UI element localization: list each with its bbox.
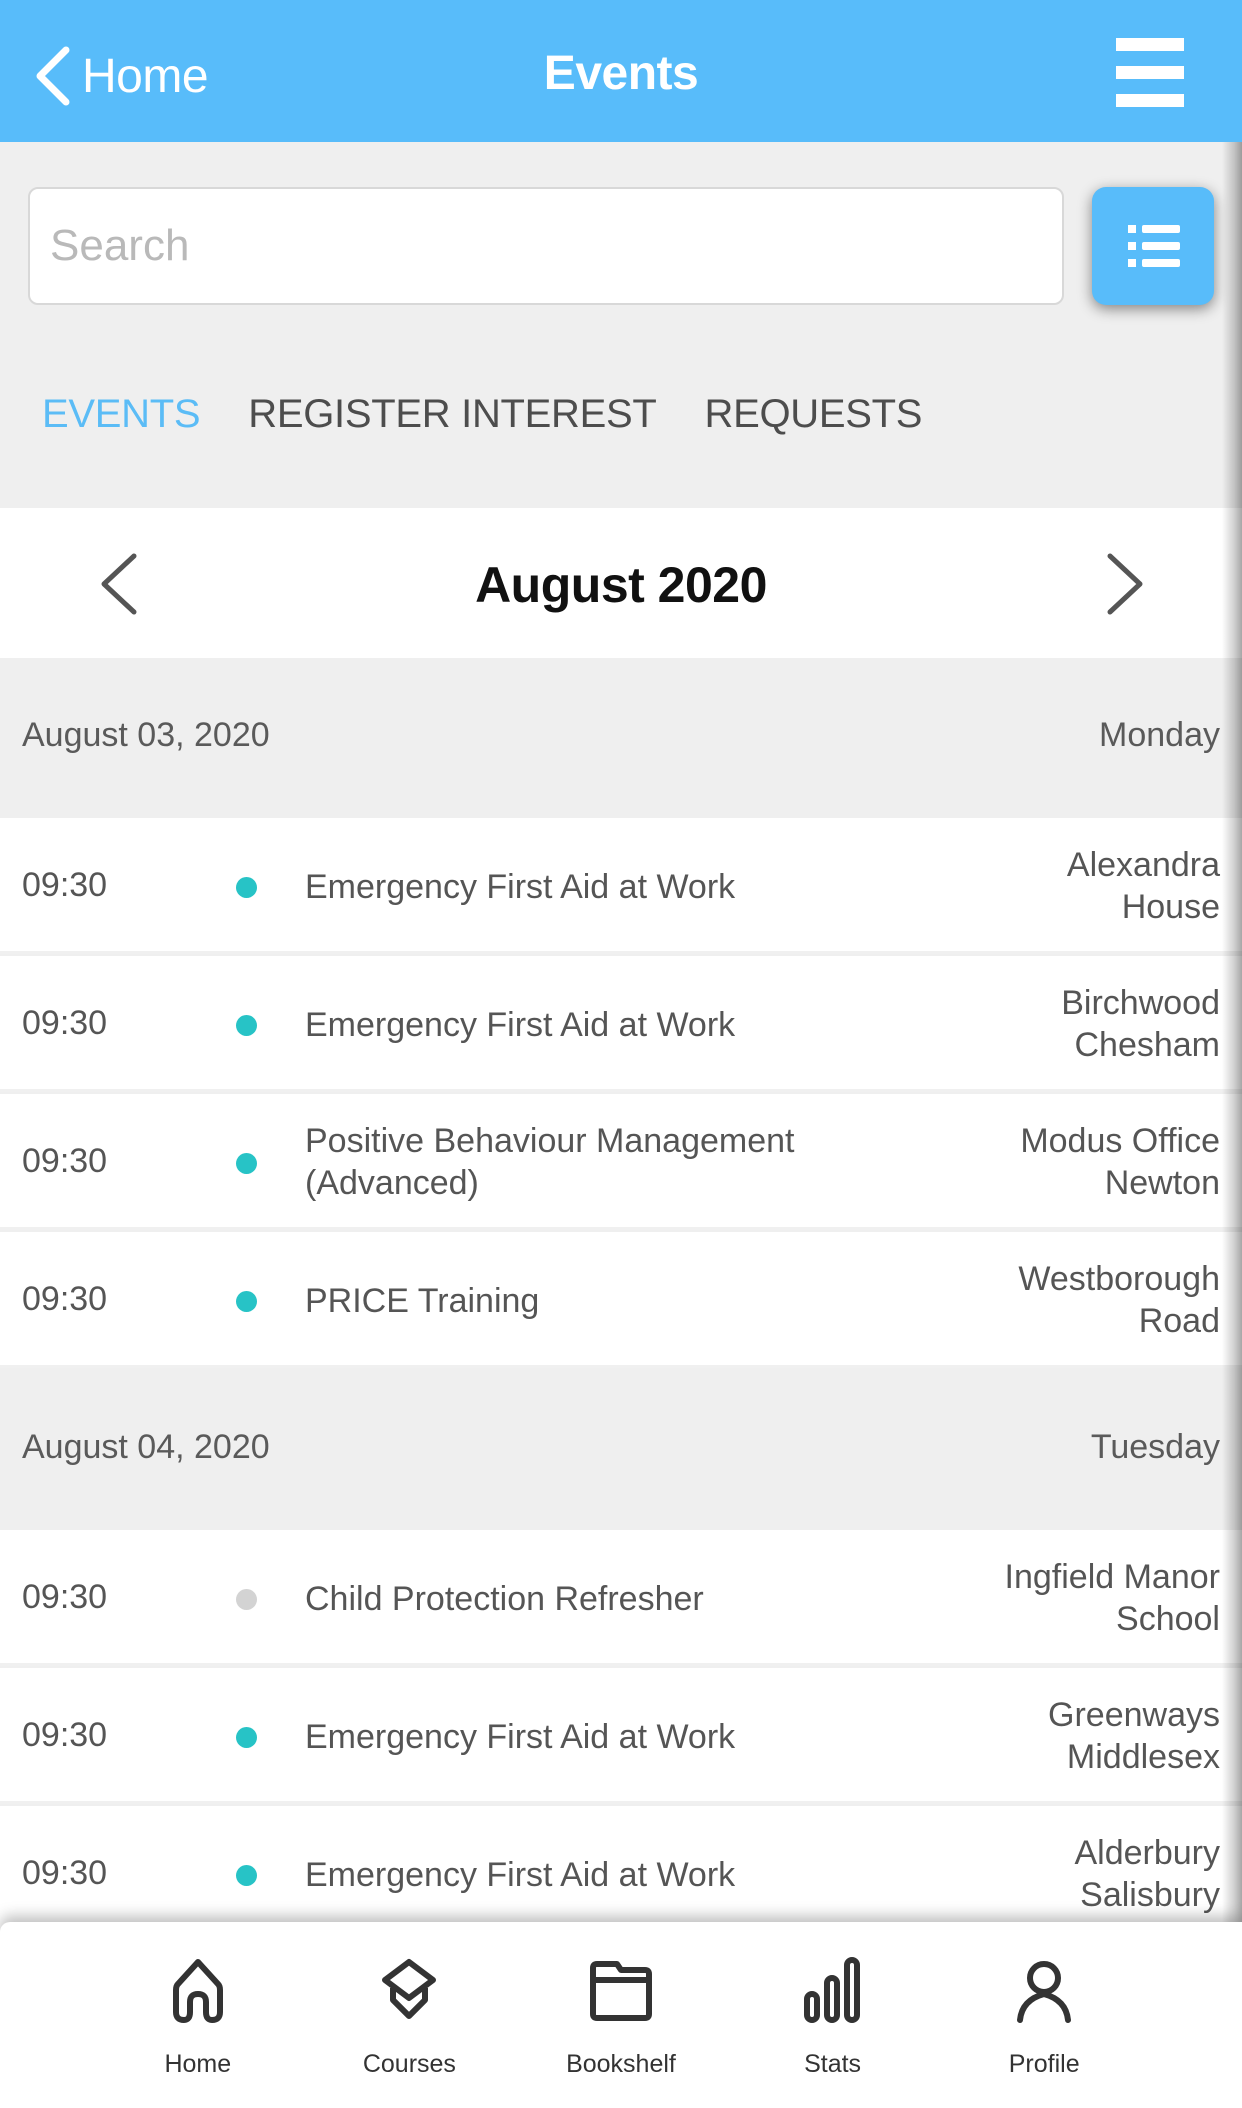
user-icon: [1017, 1961, 1072, 2023]
top-app-bar: Home Events: [0, 0, 1242, 142]
event-location: Ingfield Manor School: [900, 1556, 1220, 1640]
day-header: August 03, 2020 Monday: [0, 658, 1242, 818]
nav-stats-label: Stats: [804, 2050, 862, 2078]
page-title: Events: [543, 47, 699, 100]
status-dot-icon: [236, 1589, 257, 1610]
status-dot-icon: [236, 1015, 257, 1036]
event-time: 09:30: [22, 1578, 108, 1616]
event-title: PRICE Training: [305, 1282, 540, 1320]
event-location-line: Alexandra: [1066, 846, 1220, 884]
month-navigator: August 2020: [0, 508, 1242, 658]
nav-profile[interactable]: Profile: [964, 1922, 1124, 2108]
event-title: Child Protection Refresher: [305, 1580, 704, 1618]
event-location: Alexandra House: [900, 844, 1220, 928]
status-dot-icon: [236, 1865, 257, 1886]
bar-chart-icon: [803, 1957, 860, 2023]
event-time: 09:30: [22, 866, 108, 904]
nav-home-label: Home: [164, 2050, 232, 2078]
event-location-line: Birchwood: [1061, 984, 1220, 1022]
nav-bookshelf[interactable]: Bookshelf: [541, 1922, 701, 2108]
day-header: August 04, 2020 Tuesday: [0, 1370, 1242, 1530]
status-dot-icon: [236, 1291, 257, 1312]
tab-register-interest[interactable]: REGISTER INTEREST: [248, 392, 657, 437]
event-row[interactable]: 09:30 PRICE Training Westborough Road: [0, 1232, 1242, 1368]
nav-home[interactable]: Home: [118, 1922, 278, 2108]
next-month-button[interactable]: [1096, 552, 1156, 616]
event-time: 09:30: [22, 1716, 108, 1754]
event-location-line: Salisbury: [1080, 1876, 1220, 1914]
event-time: 09:30: [22, 1142, 108, 1180]
home-icon: [172, 1959, 223, 2023]
event-location-line: Newton: [1104, 1164, 1220, 1202]
event-location: Alderbury Salisbury: [900, 1832, 1220, 1916]
event-location: Birchwood Chesham: [900, 982, 1220, 1066]
event-time: 09:30: [22, 1004, 108, 1042]
bottom-navigation: Home Courses Bookshelf Stats Profile: [0, 1922, 1242, 2108]
status-dot-icon: [236, 1727, 257, 1748]
event-location-line: Middlesex: [1066, 1738, 1220, 1776]
event-title: Positive Behaviour Management (Advanced): [305, 1120, 905, 1204]
day-weekday: Tuesday: [1090, 1428, 1220, 1466]
nav-courses[interactable]: Courses: [329, 1922, 489, 2108]
day-weekday: Monday: [1099, 716, 1220, 754]
nav-profile-label: Profile: [1008, 2050, 1080, 2078]
event-title: Emergency First Aid at Work: [305, 868, 736, 906]
event-location: Greenways Middlesex: [900, 1694, 1220, 1778]
event-title-line: (Advanced): [305, 1164, 479, 1202]
event-location-line: Chesham: [1074, 1026, 1220, 1064]
nav-courses-label: Courses: [362, 2050, 456, 2078]
hamburger-menu-icon-bar: [1116, 94, 1184, 107]
event-row[interactable]: 09:30 Positive Behaviour Management (Advan…: [0, 1094, 1242, 1230]
event-title: Emergency First Aid at Work: [305, 1718, 736, 1756]
nav-stats[interactable]: Stats: [753, 1922, 913, 2108]
event-row[interactable]: 09:30 Emergency First Aid at Work Greenway…: [0, 1668, 1242, 1804]
event-row[interactable]: 09:30 Emergency First Aid at Work Alexandr…: [0, 818, 1242, 954]
event-location-line: House: [1121, 888, 1220, 926]
event-title-line: Positive Behaviour Management: [305, 1122, 795, 1160]
event-row[interactable]: 09:30 Emergency First Aid at Work Birchwoo…: [0, 956, 1242, 1092]
event-location: Modus Office Newton: [900, 1120, 1220, 1204]
day-date: August 04, 2020: [22, 1428, 270, 1466]
event-location-line: Ingfield Manor: [1004, 1558, 1220, 1596]
event-time: 09:30: [22, 1280, 108, 1318]
events-screen: Home Events EVENTS REGISTER INTEREST REQ…: [0, 0, 1242, 2108]
status-dot-icon: [236, 877, 257, 898]
hamburger-menu-button[interactable]: [1116, 38, 1186, 108]
tab-bar: EVENTS REGISTER INTEREST REQUESTS: [42, 392, 970, 437]
event-location-line: School: [1116, 1600, 1220, 1638]
tab-events[interactable]: EVENTS: [42, 392, 201, 437]
event-location-line: Greenways: [1048, 1696, 1220, 1734]
graduation-cap-icon: [382, 1959, 437, 2019]
nav-bookshelf-label: Bookshelf: [566, 2050, 676, 2078]
hamburger-menu-icon: [1116, 38, 1184, 51]
event-location-line: Alderbury: [1074, 1834, 1220, 1872]
event-location-line: Road: [1138, 1302, 1220, 1340]
month-title: August 2020: [475, 557, 767, 613]
event-row[interactable]: 09:30 Child Protection Refresher Ingfield …: [0, 1530, 1242, 1666]
status-dot-icon: [236, 1153, 257, 1174]
event-location-line: Westborough: [1018, 1260, 1220, 1298]
folder-icon: [589, 1961, 652, 2021]
event-location-line: Modus Office: [1020, 1122, 1220, 1160]
list-icon: [1128, 225, 1180, 267]
event-location: Westborough Road: [900, 1258, 1220, 1342]
hamburger-menu-icon-bar: [1116, 66, 1184, 79]
event-title: Emergency First Aid at Work: [305, 1006, 736, 1044]
search-input[interactable]: [28, 187, 1064, 305]
list-view-button[interactable]: [1092, 187, 1214, 305]
event-time: 09:30: [22, 1854, 108, 1892]
day-date: August 03, 2020: [22, 716, 270, 754]
tab-requests[interactable]: REQUESTS: [705, 392, 923, 437]
event-title: Emergency First Aid at Work: [305, 1856, 736, 1894]
